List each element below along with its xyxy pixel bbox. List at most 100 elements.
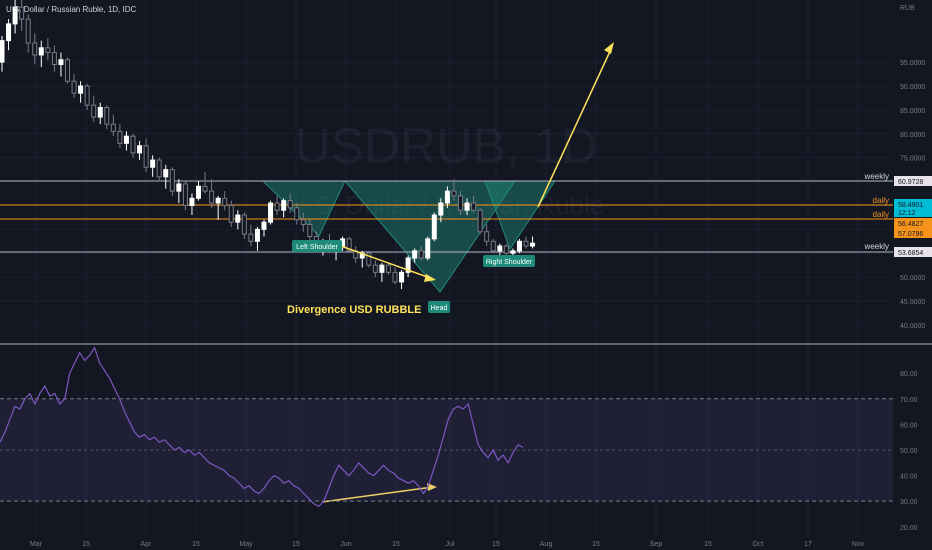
price-tick-label: 90.0000: [900, 84, 925, 91]
candle-body[interactable]: [156, 159, 162, 178]
candle-body[interactable]: [25, 18, 31, 44]
candle-body[interactable]: [399, 271, 405, 283]
candle-body[interactable]: [425, 238, 431, 259]
candle-body[interactable]: [484, 231, 490, 242]
chart-canvas[interactable]: USDRUB, 1D U.S. Dollar / Russian Ruble L…: [0, 0, 932, 550]
candle-body[interactable]: [438, 202, 444, 216]
candle-body[interactable]: [6, 23, 12, 42]
candle-body[interactable]: [444, 190, 450, 204]
candle-body[interactable]: [385, 264, 391, 273]
candle-body[interactable]: [51, 52, 57, 66]
time-tick-label: Sep: [650, 541, 663, 548]
candle-body[interactable]: [123, 135, 129, 144]
candle-body[interactable]: [110, 123, 116, 132]
time-tick-label: Aug: [540, 541, 553, 548]
candle-body[interactable]: [150, 159, 156, 168]
price-badge-value: 60.9728: [898, 179, 923, 186]
candle-body[interactable]: [523, 240, 529, 247]
candle-body[interactable]: [510, 250, 516, 254]
price-badge-countdown: 12:12: [898, 210, 916, 217]
candle-body[interactable]: [91, 104, 97, 118]
rsi-tick-label: 80.00: [900, 371, 918, 378]
candle-body[interactable]: [235, 214, 241, 223]
candle-body[interactable]: [65, 59, 70, 82]
candle-body[interactable]: [143, 145, 149, 168]
candle-body[interactable]: [189, 197, 195, 206]
candle-body[interactable]: [104, 107, 110, 125]
candle-body[interactable]: [490, 240, 496, 252]
candle-body[interactable]: [97, 107, 103, 118]
time-tick-label: Apr: [141, 541, 153, 548]
candle-body[interactable]: [222, 197, 228, 206]
candle-body[interactable]: [268, 202, 274, 223]
time-tick-label: Mar: [30, 541, 43, 548]
candle-body[interactable]: [372, 264, 378, 273]
candle-body[interactable]: [431, 214, 437, 240]
candle-body[interactable]: [418, 250, 424, 259]
price-tick-label: 45.0000: [900, 299, 925, 306]
candle-body[interactable]: [307, 224, 313, 238]
candle-body[interactable]: [530, 242, 536, 247]
rsi-tick-label: 30.00: [900, 499, 918, 506]
candle-body[interactable]: [32, 42, 38, 56]
candle-body[interactable]: [196, 185, 201, 199]
time-tick-label: 17: [804, 541, 812, 548]
rsi-tick-label: 40.00: [900, 474, 918, 481]
candle-body[interactable]: [464, 202, 470, 211]
symbol-title[interactable]: U.S. Dollar / Russian Ruble, 1D, IDC: [6, 5, 136, 14]
candle-body[interactable]: [287, 200, 293, 209]
candle-body[interactable]: [202, 185, 208, 192]
price-tick-label: 85.0000: [900, 108, 925, 115]
candle-body[interactable]: [471, 202, 477, 211]
candle-body[interactable]: [379, 264, 385, 273]
candle-body[interactable]: [0, 40, 5, 63]
candle-body[interactable]: [241, 214, 247, 235]
candle-body[interactable]: [58, 59, 64, 65]
time-tick-label: 15: [82, 541, 90, 548]
level-label-weekly-upper: weekly: [864, 172, 889, 181]
candle-body[interactable]: [294, 207, 300, 221]
candle-body[interactable]: [412, 250, 418, 259]
candle-body[interactable]: [281, 200, 287, 211]
candle-body[interactable]: [176, 183, 182, 192]
candle-body[interactable]: [137, 145, 143, 154]
candle-body[interactable]: [45, 47, 51, 54]
watermark-ticker: USDRUB, 1D: [295, 118, 598, 174]
price-tick-label: 50.0000: [900, 275, 925, 282]
time-tick-label: 15: [292, 541, 300, 548]
price-tick-label: 75.0000: [900, 156, 925, 163]
candle-body[interactable]: [117, 130, 123, 144]
candle-body[interactable]: [451, 190, 457, 197]
rsi-tick-label: 20.00: [900, 525, 918, 532]
candle-body[interactable]: [163, 169, 169, 178]
candle-body[interactable]: [274, 202, 280, 211]
candle-body[interactable]: [228, 204, 234, 223]
time-tick-label: May: [239, 541, 253, 548]
level-label-weekly-lower: weekly: [864, 242, 889, 251]
time-tick-label: Nov: [852, 541, 865, 548]
candle-body[interactable]: [84, 85, 90, 106]
price-badge-value: 57.0796: [898, 231, 923, 238]
candle-body[interactable]: [248, 233, 254, 242]
candle-body[interactable]: [71, 80, 77, 94]
candle-body[interactable]: [254, 228, 260, 242]
candle-body[interactable]: [300, 219, 306, 226]
candle-body[interactable]: [182, 183, 188, 206]
candle-body[interactable]: [497, 245, 503, 252]
candle-body[interactable]: [130, 135, 136, 154]
candle-body[interactable]: [516, 240, 522, 252]
candle-body[interactable]: [215, 197, 221, 204]
candle-body[interactable]: [169, 169, 175, 192]
right-shoulder-label: Right Shoulder: [486, 259, 533, 266]
candle-body[interactable]: [392, 271, 398, 283]
candle-body[interactable]: [78, 85, 84, 94]
candle-body[interactable]: [261, 221, 267, 230]
price-tick-label: 80.0000: [900, 132, 925, 139]
price-badge-value: 58.4901: [898, 202, 923, 209]
candle-body[interactable]: [477, 209, 483, 233]
candle-body[interactable]: [38, 47, 44, 56]
candle-body[interactable]: [503, 245, 509, 254]
candle-body[interactable]: [209, 190, 215, 204]
divergence-annotation[interactable]: Divergence USD RUBBLE: [287, 304, 421, 316]
candle-body[interactable]: [458, 195, 463, 211]
